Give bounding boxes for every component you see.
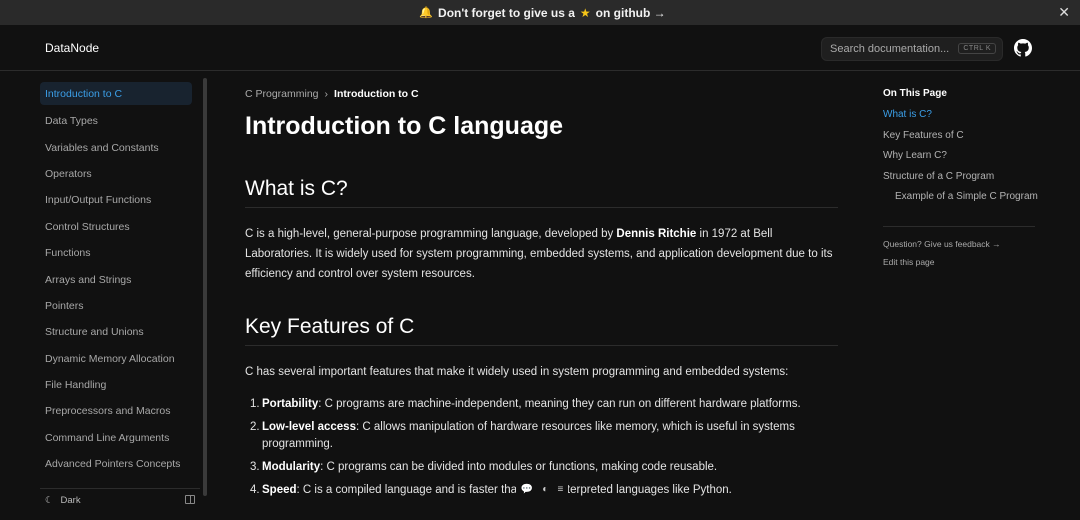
sidebar-item-introduction[interactable]: Introduction to C [40, 82, 192, 105]
sidebar-item-arrays-strings[interactable]: Arrays and Strings [40, 266, 192, 292]
navbar: DataNode Search documentation... CTRL K [0, 25, 1080, 71]
banner-close-icon[interactable]: ✕ [1058, 4, 1070, 21]
sidebar-footer: ☾ Dark [40, 488, 200, 512]
table-of-contents: On This Page What is C? Key Features of … [883, 88, 1043, 275]
theme-label: Dark [60, 495, 81, 506]
toc-item-why-learn[interactable]: Why Learn C? [883, 150, 1043, 171]
announcement-banner[interactable]: 🔔 Don't forget to give us a ★ on github … [0, 0, 1080, 25]
search-input[interactable]: Search documentation... CTRL K [821, 37, 1003, 61]
toc-item-structure[interactable]: Structure of a C Program [883, 171, 1043, 192]
breadcrumb-current: Introduction to C [334, 88, 419, 100]
chevron-right-icon: › [324, 88, 329, 100]
edit-page-link[interactable]: Edit this page [883, 257, 1043, 275]
sidebar-item-structures-unions[interactable]: Structure and Unions [40, 319, 192, 345]
sidebar-item-io-functions[interactable]: Input/Output Functions [40, 187, 192, 213]
feature-desc: : C programs are machine-independent, me… [318, 398, 801, 410]
banner-text-after[interactable]: on github → [596, 6, 666, 20]
sidebar-item-variables[interactable]: Variables and Constants [40, 134, 192, 160]
list-item: 2. Low-level access: C allows manipulatio… [245, 419, 838, 453]
sidebar-scrollbar[interactable] [203, 78, 207, 496]
sidebar-item-file-handling[interactable]: File Handling [40, 372, 192, 398]
toc-item-what-is-c[interactable]: What is C? [883, 109, 1043, 130]
github-icon[interactable] [1014, 39, 1032, 57]
banner-text-before: Don't forget to give us a [438, 5, 575, 20]
section-heading-what-is-c: What is C? [245, 177, 838, 208]
feature-desc: : C programs can be divided into modules… [320, 461, 718, 473]
toc-item-example[interactable]: Example of a Simple C Program [883, 191, 1043, 212]
page-title: Introduction to C language [245, 112, 564, 140]
toc-title: On This Page [883, 88, 947, 99]
breadcrumb-parent[interactable]: C Programming [245, 88, 319, 100]
sidebar-item-preprocessors[interactable]: Preprocessors and Macros [40, 398, 192, 424]
theme-toggle[interactable]: ☾ Dark [45, 495, 81, 506]
paragraph-bold-name: Dennis Ritchie [616, 228, 697, 240]
menu-icon[interactable]: ≡ [558, 484, 564, 495]
collapse-sidebar-icon[interactable] [185, 495, 195, 504]
comment-icon[interactable]: 💬 [521, 484, 533, 495]
list-number: 2. [250, 421, 260, 433]
moon-icon: ☾ [45, 495, 54, 506]
section-paragraph: C is a high-level, general-purpose progr… [245, 224, 838, 284]
list-number: 1. [250, 398, 260, 410]
feature-desc: : C is a compiled language and is faster… [296, 484, 732, 496]
toc-divider [883, 225, 1035, 227]
list-item: 3. Modularity: C programs can be divided … [245, 459, 838, 476]
features-intro: C has several important features that ma… [245, 366, 789, 378]
party-icon: 🔔 [419, 7, 434, 19]
sidebar-item-functions[interactable]: Functions [40, 240, 192, 266]
site-logo[interactable]: DataNode [45, 41, 99, 55]
breadcrumb: C Programming › Introduction to C [245, 82, 838, 106]
sidebar-item-dynamic-memory[interactable]: Dynamic Memory Allocation [40, 346, 192, 372]
toc-item-key-features[interactable]: Key Features of C [883, 130, 1043, 151]
search-shortcut: CTRL K [958, 43, 996, 54]
sidebar-item-data-types[interactable]: Data Types [40, 108, 192, 134]
feature-term: Low-level access [262, 421, 356, 433]
search-placeholder: Search documentation... [830, 43, 950, 55]
star-icon: ★ [579, 5, 591, 20]
eye-icon[interactable]: ◐ [542, 484, 548, 495]
floating-toolbar: 💬 ◐ ≡ [516, 481, 568, 497]
main-content: C Programming › Introduction to C Introd… [245, 82, 838, 505]
sidebar-item-operators[interactable]: Operators [40, 161, 192, 187]
list-item: 1. Portability: C programs are machine-in… [245, 396, 838, 413]
feedback-link[interactable]: Question? Give us feedback → [883, 239, 1043, 257]
feature-term: Modularity [262, 461, 321, 473]
list-number: 4. [250, 484, 260, 496]
section-heading-key-features: Key Features of C [245, 315, 838, 346]
sidebar-item-control-structures[interactable]: Control Structures [40, 214, 192, 240]
feature-term: Speed [262, 484, 297, 496]
feature-term: Portability [262, 398, 319, 410]
sidebar-item-command-line[interactable]: Command Line Arguments [40, 425, 192, 451]
sidebar-item-advanced-pointers[interactable]: Advanced Pointers Concepts [40, 451, 192, 477]
paragraph-text-start: C is a high-level, general-purpose progr… [245, 228, 617, 240]
list-number: 3. [250, 461, 260, 473]
sidebar-nav: Introduction to C Data Types Variables a… [40, 82, 192, 477]
sidebar-item-pointers[interactable]: Pointers [40, 293, 192, 319]
